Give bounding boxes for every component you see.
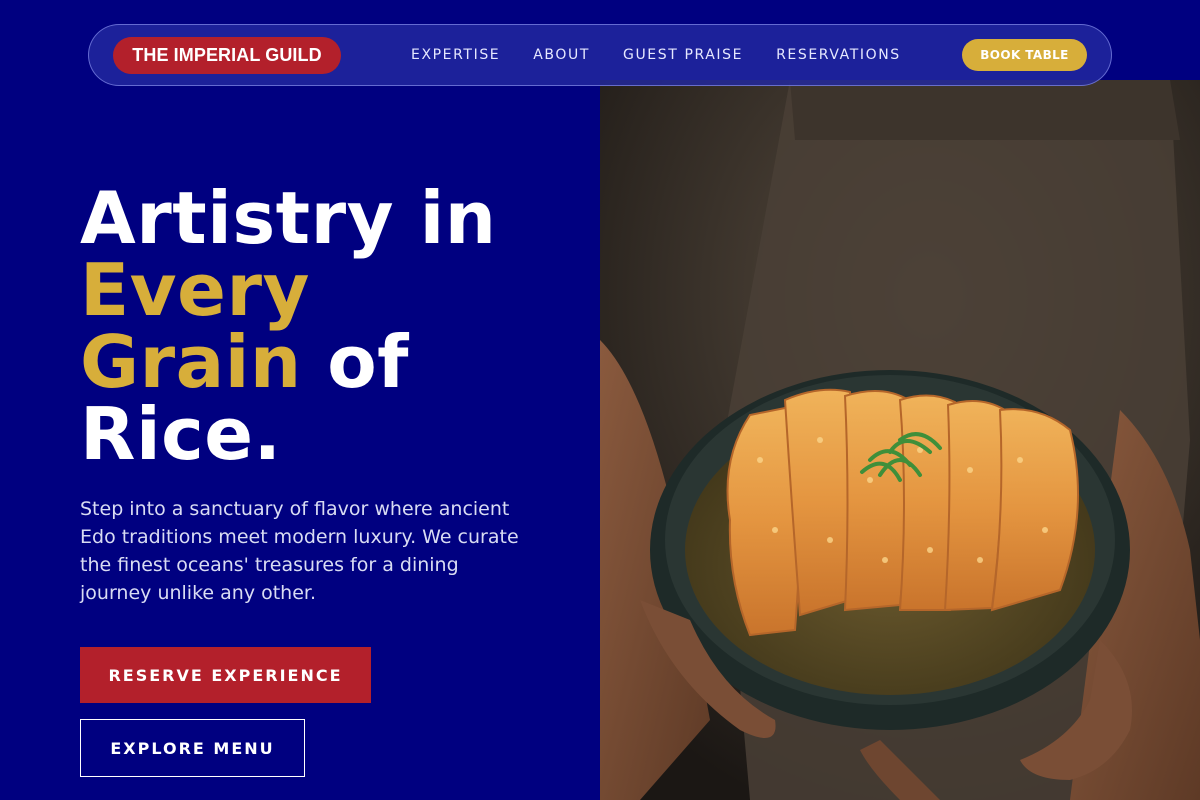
hero-headline: Artistry in Every Grain of Rice. (80, 182, 580, 470)
top-navbar: THE IMPERIAL GUILD EXPERTISE ABOUT GUEST… (88, 24, 1112, 86)
book-table-button[interactable]: BOOK TABLE (962, 39, 1087, 71)
hero-food-image (600, 80, 1200, 800)
nav-links: EXPERTISE ABOUT GUEST PRAISE RESERVATION… (411, 25, 934, 85)
reserve-experience-button[interactable]: RESERVE EXPERIENCE (80, 647, 371, 703)
brand-logo[interactable]: THE IMPERIAL GUILD (113, 37, 341, 74)
landing-page: THE IMPERIAL GUILD EXPERTISE ABOUT GUEST… (0, 0, 1200, 800)
nav-link-guest-praise[interactable]: GUEST PRAISE (623, 47, 743, 63)
nav-link-about[interactable]: ABOUT (533, 47, 590, 63)
nav-link-expertise[interactable]: EXPERTISE (411, 47, 500, 63)
headline-line-4: Rice. (80, 392, 282, 476)
nav-link-reservations[interactable]: RESERVATIONS (776, 47, 901, 63)
headline-of: of (301, 320, 409, 404)
hero-description: Step into a sanctuary of flavor where an… (80, 498, 519, 604)
explore-menu-button[interactable]: EXPLORE MENU (80, 719, 305, 777)
